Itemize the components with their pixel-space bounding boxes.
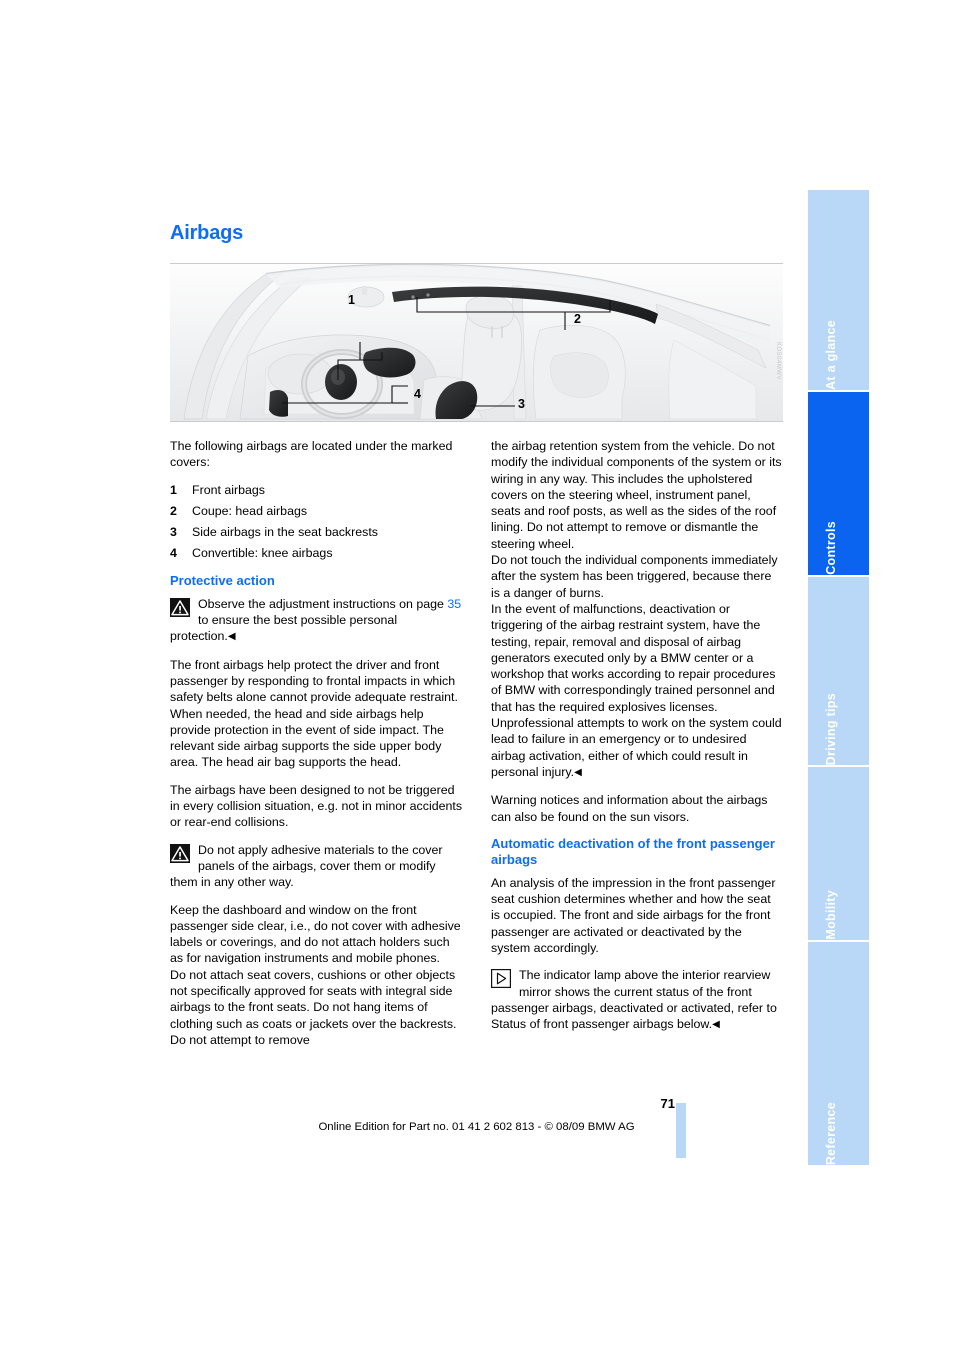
info-note-indicator-lamp: The indicator lamp above the interior re…: [491, 967, 783, 1033]
end-marker-icon: ◀: [574, 766, 582, 778]
warning-triangle-icon: [170, 843, 190, 863]
section-tab-rail: At a glance Controls Driving tips Mobili…: [805, 190, 869, 1167]
page-edge-marker: [676, 1103, 686, 1158]
protective-action-heading: Protective action: [170, 572, 275, 588]
paragraph-sun-visors: Warning notices and information about th…: [491, 793, 768, 824]
page-title: Airbags: [170, 222, 244, 244]
sidebar-tab-label: Driving tips: [824, 692, 838, 765]
figure-callout-4: 4: [414, 387, 421, 401]
legend-number: 3: [170, 525, 177, 540]
warning-note-adhesive: Do not apply adhesive materials to the c…: [170, 842, 462, 891]
page-reference-link[interactable]: 35: [447, 597, 461, 611]
figure-callout-3: 3: [518, 397, 525, 411]
figure-callout-1: 1: [348, 293, 355, 307]
legend-item: 3 Side airbags in the seat backrests: [170, 524, 462, 540]
end-marker-icon: ◀: [712, 1019, 720, 1031]
legend-item: 1 Front airbags: [170, 482, 462, 498]
airbag-legend-list: 1 Front airbags 2 Coupe: head airbags 3 …: [170, 482, 462, 562]
legend-text: Convertible: knee airbags: [192, 546, 333, 561]
manual-page: At a glance Controls Driving tips Mobili…: [0, 0, 954, 1350]
warning-text-part1: Observe the adjustment instructions on p…: [198, 596, 448, 611]
car-interior-illustration: [170, 264, 783, 421]
warning-note-body: Observe the adjustment instructions on p…: [170, 596, 462, 646]
figure-callout-2: 2: [574, 312, 581, 326]
paragraph-auto-deactivation: An analysis of the impression in the fro…: [491, 875, 776, 956]
sidebar-tab-controls[interactable]: Controls: [805, 390, 869, 575]
warning-continuation-malfunctions: In the event of malfunctions, deactivati…: [491, 601, 783, 781]
info-note-body: The indicator lamp above the interior re…: [491, 967, 783, 1033]
legend-number: 4: [170, 546, 177, 561]
right-column: the airbag retention system from the veh…: [491, 438, 783, 1048]
legend-text: Front airbags: [192, 482, 266, 497]
left-column: The following airbags are located under …: [170, 438, 462, 1048]
airbag-location-figure: 1 2 3 4 KOS04MWV: [170, 263, 783, 422]
sidebar-tab-label: Reference: [824, 1101, 838, 1165]
figure-code: KOS04MWV: [775, 342, 781, 381]
sidebar-tab-label: Mobility: [824, 890, 838, 940]
auto-deactivation-heading: Automatic deactivation of the front pass…: [491, 835, 775, 867]
sidebar-tab-reference[interactable]: Reference: [805, 940, 869, 1165]
sidebar-tab-at-a-glance[interactable]: At a glance: [805, 190, 869, 390]
intro-paragraph: The following airbags are located under …: [170, 439, 453, 470]
page-footer: 71 Online Edition for Part no. 01 41 2 6…: [170, 1096, 783, 1133]
legend-number: 2: [170, 503, 177, 518]
warning-continuation-dashboard: Keep the dashboard and window on the fro…: [170, 902, 461, 966]
warning-text-part2: to ensure the best possible personal pro…: [170, 613, 398, 644]
paragraph-front-airbags: The front airbags help protect the drive…: [170, 657, 458, 770]
body-columns: The following airbags are located under …: [170, 438, 783, 1048]
edition-notice: Online Edition for Part no. 01 41 2 602 …: [318, 1121, 635, 1133]
end-marker-icon: ◀: [227, 631, 236, 643]
legend-text: Side airbags in the seat backrests: [192, 525, 378, 540]
warning-malfunctions-text: In the event of malfunctions, deactivati…: [491, 601, 782, 779]
paragraph-not-triggered: The airbags have been designed to not be…: [170, 782, 463, 830]
page-number: 71: [660, 1096, 675, 1111]
indicator-lamp-icon: [491, 969, 511, 989]
sidebar-tab-mobility[interactable]: Mobility: [805, 765, 869, 940]
legend-text: Coupe: head airbags: [192, 503, 308, 518]
warning-continuation-seatcovers: Do not attach seat covers, cushions or o…: [170, 967, 457, 1047]
info-note-text: The indicator lamp above the interior re…: [491, 968, 777, 1032]
legend-number: 1: [170, 482, 177, 497]
sidebar-tab-label: Controls: [824, 521, 838, 575]
page-content: Airbags 1 2 3 4 KOS04MWV The following a…: [170, 222, 783, 1048]
warning-continuation-burns: Do not touch the individual components i…: [491, 553, 778, 600]
warning-note-body: Do not apply adhesive materials to the c…: [170, 842, 443, 890]
warning-note-adjustment: Observe the adjustment instructions on p…: [170, 596, 462, 646]
legend-item: 4 Convertible: knee airbags: [170, 545, 462, 561]
warning-triangle-icon: [170, 597, 190, 617]
sidebar-tab-driving-tips[interactable]: Driving tips: [805, 575, 869, 765]
legend-item: 2 Coupe: head airbags: [170, 503, 462, 519]
sidebar-tab-label: At a glance: [824, 320, 838, 390]
warning-continuation-retention: the airbag retention system from the veh…: [491, 439, 782, 551]
